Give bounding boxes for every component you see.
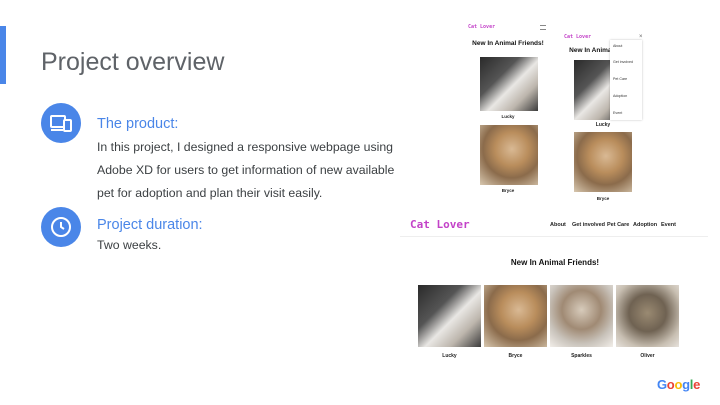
nav-item-event: Event [661,222,676,228]
cat-photo-sparkles [550,285,613,347]
cat-name: Lucky [501,114,515,119]
mobile-mockup: Cat Lover New In Animal Friends! Lucky B… [463,22,553,200]
cat-name: Lucky [595,122,611,128]
google-logo: Google [656,377,700,392]
brand-logo: Cat Lover [410,218,470,231]
brand-logo: Cat Lover [468,24,496,30]
cat-photo-oliver [616,285,679,347]
nav-item-adoption: Adoption [613,94,628,98]
cat-photo-bryce [484,285,547,347]
page-title: Project overview [41,48,225,76]
product-heading: The product: [97,116,179,132]
desktop-mockup: Cat Lover About Get involved Pet Care Ad… [400,210,708,368]
cat-photo-lucky [480,57,538,111]
nav-item-get-involved: Get involved [572,222,606,228]
cat-name: Oliver [640,353,655,359]
nav-item-event: Event [613,111,623,115]
cat-name: Lucky [442,353,457,359]
nav-item-about: About [613,44,623,48]
accent-bar [0,26,6,84]
duration-value: Two weeks. [97,238,162,252]
hamburger-icon [540,25,546,30]
cat-name: Bryce [508,353,523,359]
cat-name: Bryce [501,188,515,193]
brand-logo: Cat Lover [564,34,592,40]
mobile-mockup-menu: Cat Lover × New In Animal Friends! Lucky… [560,32,650,207]
mockup-heading: New In Animal Friends! [510,258,600,267]
clock-icon [41,207,81,247]
nav-item-pet-care: Pet Care [613,77,628,81]
cat-name: Bryce [596,196,610,201]
nav-divider [400,236,708,237]
nav-item-adoption: Adoption [633,222,658,228]
mockup-heading: New In Animal Friends! [472,40,544,47]
product-description: In this project, I designed a responsive… [97,140,395,200]
cat-photo-lucky [418,285,481,347]
cat-photo-bryce [574,132,632,192]
duration-heading: Project duration: [97,217,203,233]
cat-name: Sparkles [571,353,592,359]
cat-photo-bryce [480,125,538,185]
nav-item-get-involved: Get involved [613,60,633,64]
device-icon [41,103,81,143]
mobile-nav-menu: About Get involved Pet Care Adoption Eve… [610,40,642,120]
nav-item-about: About [550,222,566,228]
nav-item-pet-care: Pet Care [607,222,630,228]
